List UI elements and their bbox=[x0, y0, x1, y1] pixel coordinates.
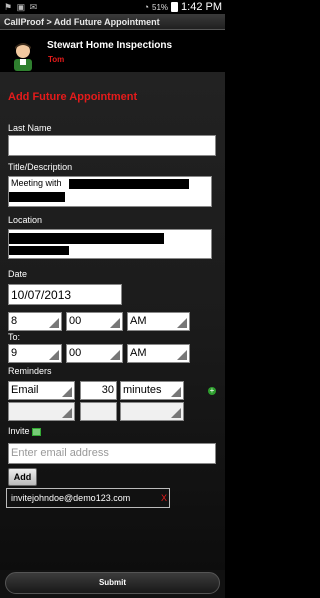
redaction bbox=[9, 246, 69, 255]
date-label: Date bbox=[8, 269, 28, 279]
dropdown-arrow-icon bbox=[62, 408, 72, 418]
dropdown-arrow-icon bbox=[177, 318, 187, 328]
dropdown-arrow-icon bbox=[49, 318, 59, 328]
end-hour-select[interactable]: 9 bbox=[8, 344, 62, 363]
notification-icons: ⚑ ▣ ✉ bbox=[4, 2, 39, 12]
user-name: Tom bbox=[48, 55, 65, 64]
end-ampm-select[interactable]: AM bbox=[127, 344, 190, 363]
battery-icon bbox=[171, 2, 179, 12]
appointment-form: Add Future Appointment Last Name Title/D… bbox=[0, 72, 225, 570]
start-hour-select[interactable]: 8 bbox=[8, 312, 62, 331]
reminder-amount-input-2[interactable] bbox=[80, 402, 117, 421]
add-invite-button[interactable]: Add bbox=[8, 468, 37, 486]
dropdown-arrow-icon bbox=[62, 387, 72, 397]
reminder-type-select-2[interactable] bbox=[8, 402, 75, 421]
avatar-icon bbox=[14, 43, 32, 71]
dropdown-arrow-icon bbox=[110, 318, 120, 328]
reminder-unit-select-2[interactable] bbox=[120, 402, 184, 421]
dropdown-arrow-icon bbox=[171, 387, 181, 397]
end-minute-select[interactable]: 00 bbox=[66, 344, 123, 363]
last-name-input[interactable] bbox=[8, 135, 216, 156]
clock: 1:42 PM bbox=[181, 1, 222, 13]
reminder-unit-select[interactable]: minutes bbox=[120, 381, 184, 400]
status-bar: ⚑ ▣ ✉ ◔ 51% 1:42 PM bbox=[0, 0, 225, 14]
invite-label: Invite bbox=[8, 426, 30, 436]
invitee-email: invitejohndoe@demo123.com bbox=[11, 493, 131, 503]
add-reminder-icon[interactable]: + bbox=[208, 387, 216, 395]
submit-button[interactable]: Submit bbox=[5, 572, 220, 594]
invite-icon bbox=[32, 428, 41, 436]
reminder-amount-input[interactable]: 30 bbox=[80, 381, 117, 400]
dropdown-arrow-icon bbox=[171, 408, 181, 418]
app-header: Stewart Home Inspections Tom bbox=[0, 30, 225, 72]
start-ampm-select[interactable]: AM bbox=[127, 312, 190, 331]
company-name: Stewart Home Inspections bbox=[47, 40, 173, 51]
section-title: Add Future Appointment bbox=[8, 91, 138, 103]
redaction bbox=[69, 179, 189, 189]
footer-bar: Submit bbox=[0, 570, 225, 598]
title-input[interactable]: Meeting with bbox=[8, 176, 212, 207]
date-input[interactable]: 10/07/2013 bbox=[8, 284, 122, 305]
dropdown-arrow-icon bbox=[177, 350, 187, 360]
wifi-icon: ◔ bbox=[143, 2, 150, 12]
to-label: To: bbox=[8, 332, 21, 342]
battery-percent: 51% bbox=[152, 2, 169, 12]
dropdown-arrow-icon bbox=[110, 350, 120, 360]
invitee-chip: invitejohndoe@demo123.com X bbox=[6, 488, 170, 508]
invite-email-input[interactable]: Enter email address bbox=[8, 443, 216, 464]
dropdown-arrow-icon bbox=[49, 350, 59, 360]
breadcrumb: CallProof > Add Future Appointment bbox=[0, 14, 225, 30]
reminders-label: Reminders bbox=[8, 366, 52, 376]
last-name-label: Last Name bbox=[8, 123, 52, 133]
location-input[interactable] bbox=[8, 229, 212, 259]
redaction bbox=[9, 233, 164, 244]
redaction bbox=[9, 192, 65, 202]
title-label: Title/Description bbox=[8, 162, 73, 172]
location-label: Location bbox=[8, 215, 43, 225]
remove-invitee-button[interactable]: X bbox=[161, 489, 167, 507]
reminder-type-select[interactable]: Email bbox=[8, 381, 75, 400]
start-minute-select[interactable]: 00 bbox=[66, 312, 123, 331]
